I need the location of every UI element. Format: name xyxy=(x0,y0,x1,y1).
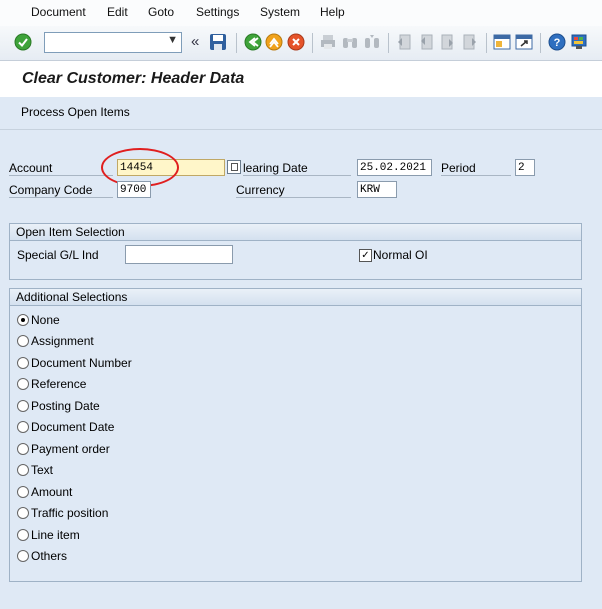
cancel-icon[interactable] xyxy=(287,33,305,51)
radio-label: Document Number xyxy=(31,356,132,370)
title-bar: Clear Customer: Header Data xyxy=(0,61,602,97)
special-gl-ind-label: Special G/L Ind xyxy=(17,248,99,262)
account-label: Account xyxy=(9,161,113,176)
radio-label: Document Date xyxy=(31,420,115,434)
collapse-icon[interactable]: « xyxy=(191,33,199,50)
radio-button[interactable] xyxy=(17,443,29,455)
radio-button[interactable] xyxy=(17,357,29,369)
back-icon[interactable] xyxy=(244,33,262,51)
menu-system[interactable]: System xyxy=(260,5,300,19)
find-icon[interactable] xyxy=(342,34,358,50)
radio-button[interactable] xyxy=(17,550,29,562)
radio-button[interactable] xyxy=(17,507,29,519)
command-input[interactable] xyxy=(45,33,167,50)
chevron-down-icon[interactable]: ▼ xyxy=(167,34,178,46)
radio-button[interactable] xyxy=(17,464,29,476)
special-gl-ind-field[interactable] xyxy=(125,245,233,264)
radio-button[interactable] xyxy=(17,529,29,541)
normal-oi-checkbox[interactable]: ✓ xyxy=(359,249,372,262)
menu-bar: Document Edit Goto Settings System Help xyxy=(0,0,602,26)
first-page-icon[interactable] xyxy=(396,34,412,50)
period-label: Period xyxy=(441,161,511,176)
company-code-label: Company Code xyxy=(9,183,113,198)
command-field[interactable]: ▼ xyxy=(44,32,182,53)
menu-document[interactable]: Document xyxy=(31,5,86,19)
svg-text:?: ? xyxy=(554,37,561,49)
radio-label: Line item xyxy=(31,528,80,542)
radio-button[interactable] xyxy=(17,486,29,498)
radio-label: Traffic position xyxy=(31,506,109,520)
open-item-selection-title: Open Item Selection xyxy=(10,224,581,241)
process-open-items-button[interactable]: Process Open Items xyxy=(21,105,130,119)
currency-label: Currency xyxy=(236,183,351,198)
save-icon[interactable] xyxy=(209,33,227,51)
radio-button[interactable] xyxy=(17,378,29,390)
radio-label: Others xyxy=(31,549,68,563)
standard-toolbar: ▼ « ? xyxy=(0,26,602,61)
currency-field[interactable]: KRW xyxy=(357,181,397,198)
additional-selections-title: Additional Selections xyxy=(10,289,581,306)
help-icon[interactable]: ? xyxy=(548,33,566,51)
radio-label: None xyxy=(31,313,60,327)
enter-icon[interactable] xyxy=(14,33,32,51)
radio-label: Amount xyxy=(31,485,73,499)
search-help-icon[interactable] xyxy=(227,160,241,174)
menu-settings[interactable]: Settings xyxy=(196,5,239,19)
exit-icon[interactable] xyxy=(265,33,283,51)
radio-label: Payment order xyxy=(31,442,110,456)
radio-label: Assignment xyxy=(31,334,94,348)
create-session-icon[interactable] xyxy=(493,33,511,51)
period-field[interactable]: 2 xyxy=(515,159,535,176)
additional-selections-group: Additional Selections xyxy=(9,288,582,582)
page-title: Clear Customer: Header Data xyxy=(22,70,245,87)
radio-button[interactable] xyxy=(17,421,29,433)
clearing-date-label: learing Date xyxy=(243,161,351,176)
customize-layout-icon[interactable] xyxy=(570,33,588,51)
next-page-icon[interactable] xyxy=(440,34,456,50)
radio-label: Text xyxy=(31,463,54,477)
company-code-field[interactable]: 9700 xyxy=(117,181,151,198)
print-icon[interactable] xyxy=(320,34,336,50)
previous-page-icon[interactable] xyxy=(418,34,434,50)
menu-edit[interactable]: Edit xyxy=(107,5,128,19)
last-page-icon[interactable] xyxy=(462,34,478,50)
menu-goto[interactable]: Goto xyxy=(148,5,174,19)
radio-button[interactable] xyxy=(17,400,29,412)
find-next-icon[interactable] xyxy=(364,34,380,50)
menu-help[interactable]: Help xyxy=(320,5,345,19)
clearing-date-field[interactable]: 25.02.2021 xyxy=(357,159,432,176)
shortcut-icon[interactable] xyxy=(515,33,533,51)
radio-button-selected[interactable] xyxy=(17,314,29,326)
radio-label: Reference xyxy=(31,377,87,391)
application-toolbar: Process Open Items xyxy=(0,97,602,130)
radio-button[interactable] xyxy=(17,335,29,347)
radio-label: Posting Date xyxy=(31,399,100,413)
normal-oi-label: Normal OI xyxy=(373,248,428,262)
